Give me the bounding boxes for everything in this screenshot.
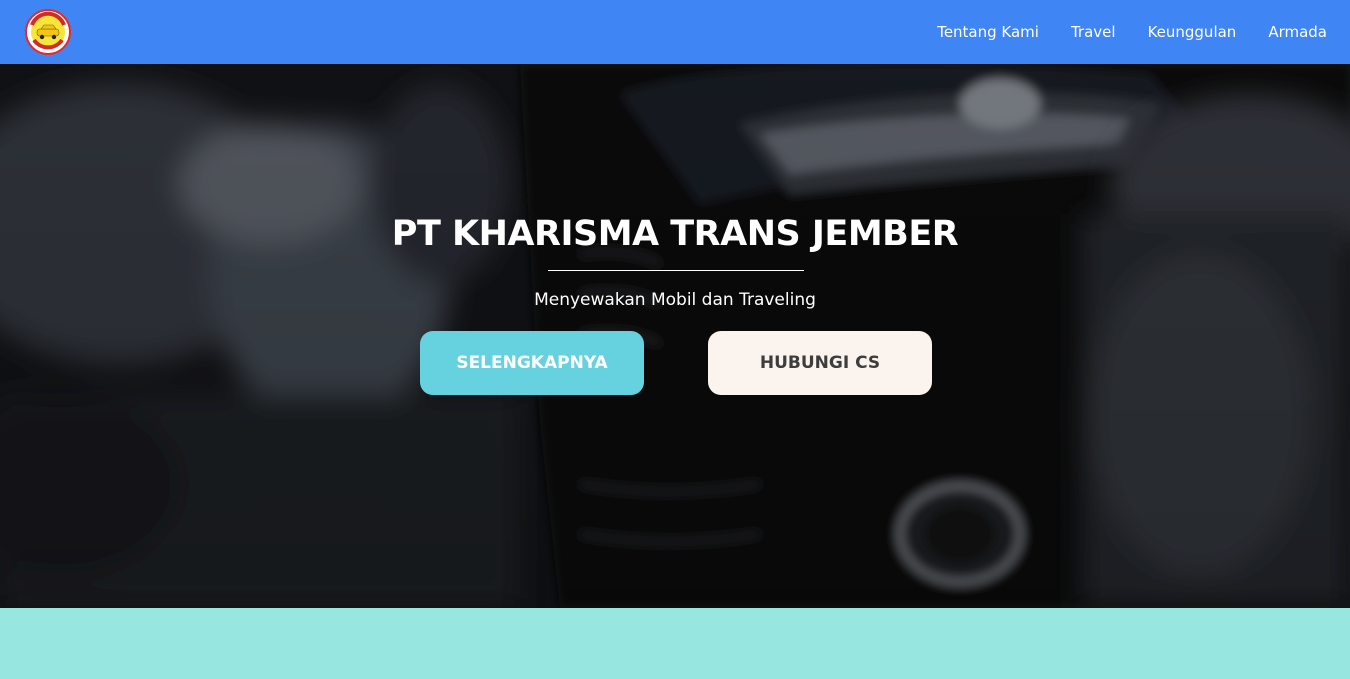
- nav-item-armada[interactable]: Armada: [1268, 23, 1327, 41]
- hero-divider: [548, 270, 804, 271]
- main-nav: Tentang Kami Travel Keunggulan Armada: [937, 23, 1327, 41]
- navbar: Tentang Kami Travel Keunggulan Armada: [0, 0, 1350, 64]
- hero-title: PT KHARISMA TRANS JEMBER: [391, 214, 959, 254]
- nav-item-travel[interactable]: Travel: [1071, 23, 1116, 41]
- nav-item-tentang-kami[interactable]: Tentang Kami: [937, 23, 1039, 41]
- next-section: [0, 608, 1350, 679]
- hubungi-cs-button[interactable]: HUBUNGI CS: [708, 331, 932, 395]
- kharisma-trans-logo[interactable]: [25, 9, 71, 55]
- nav-item-keunggulan[interactable]: Keunggulan: [1148, 23, 1237, 41]
- selengkapnya-button[interactable]: SELENGKAPNYA: [420, 331, 644, 395]
- hero-content: PT KHARISMA TRANS JEMBER Menyewakan Mobi…: [0, 64, 1350, 608]
- hero-subtitle: Menyewakan Mobil dan Traveling: [534, 290, 816, 310]
- hero-section: PT KHARISMA TRANS JEMBER Menyewakan Mobi…: [0, 64, 1350, 608]
